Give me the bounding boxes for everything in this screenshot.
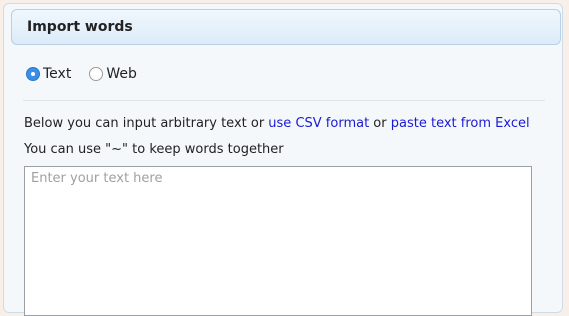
csv-format-link[interactable]: use CSV format [268,116,369,131]
panel-title: Import words [27,19,133,35]
excel-paste-link[interactable]: paste text from Excel [391,116,530,131]
text-input-area[interactable] [24,166,532,316]
divider [23,100,545,101]
radio-option-web[interactable]: Web [89,66,137,82]
panel-header: Import words [11,9,561,45]
tilde-hint: You can use "~" to keep words together [24,142,284,157]
mode-selector: Text Web [26,66,155,82]
text-radio-label[interactable]: Text [43,66,71,82]
instructions-middle: or [369,116,391,131]
instructions-prefix: Below you can input arbitrary text or [24,116,269,131]
web-radio-label[interactable]: Web [106,66,137,82]
radio-option-text[interactable]: Text [26,66,71,82]
web-radio-button[interactable] [89,67,104,81]
text-radio-button[interactable] [26,67,40,81]
input-instructions: Below you can input arbitrary text or us… [24,116,530,131]
